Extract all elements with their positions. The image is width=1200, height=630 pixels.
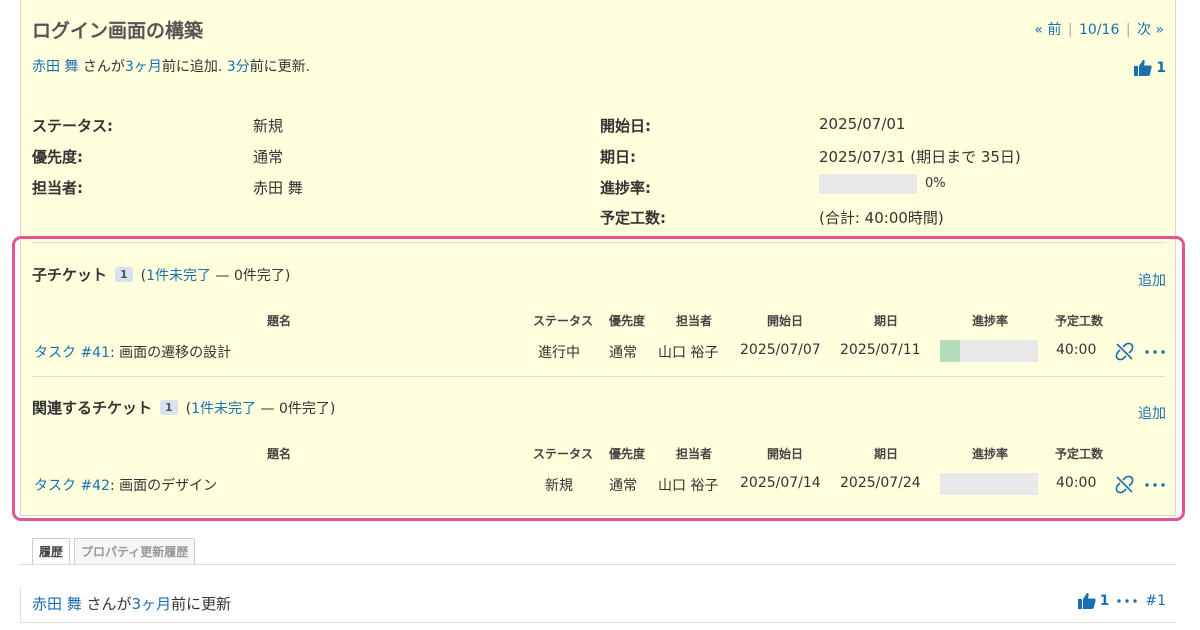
- status-label: ステータス:: [32, 117, 113, 135]
- issue-position-link[interactable]: 10/16: [1079, 22, 1119, 38]
- due-date-value: 2025/07/31 (期日まで 35日): [819, 148, 1021, 166]
- status-value: 新規: [253, 117, 284, 135]
- ellipsis-icon[interactable]: [1117, 599, 1138, 603]
- like-count: 1: [1156, 60, 1166, 76]
- journal-like-count: 1: [1099, 593, 1110, 609]
- progress-value: 0%: [925, 176, 946, 191]
- journal-ago-link[interactable]: 3ヶ月: [132, 595, 172, 613]
- issue-title: ログイン画面の構築: [32, 20, 204, 42]
- journal-text-suffix: 前に更新: [171, 595, 232, 613]
- due-date-label: 期日:: [600, 148, 636, 166]
- priority-label: 優先度:: [32, 148, 83, 166]
- like-button[interactable]: 1: [1134, 60, 1166, 76]
- history-tabs: 履歴 プロパティ更新履歴: [32, 538, 196, 565]
- start-date-value: 2025/07/01: [819, 115, 906, 133]
- assignee-link[interactable]: 赤田 舞: [253, 177, 303, 198]
- journal-number-link[interactable]: #1: [1145, 593, 1166, 609]
- highlight-outline: [12, 236, 1185, 521]
- thumbs-up-icon: [1077, 593, 1096, 609]
- updated-ago-link[interactable]: 3分: [227, 59, 250, 75]
- estimate-value: (合計: 40:00時間): [819, 209, 944, 227]
- author-link[interactable]: 赤田 舞: [32, 59, 78, 75]
- author-text: さんが: [78, 59, 125, 75]
- assignee-label: 担当者:: [32, 179, 83, 197]
- prev-issue-link[interactable]: « 前: [1034, 22, 1061, 38]
- added-text: 前に追加.: [161, 59, 227, 75]
- next-issue-link[interactable]: 次 »: [1137, 22, 1164, 38]
- tab-property-history[interactable]: プロパティ更新履歴: [74, 538, 196, 565]
- issue-author-line: 赤田 舞 さんが3ヶ月前に追加. 3分前に更新.: [32, 56, 310, 76]
- progress-label: 進捗率:: [600, 179, 651, 197]
- journal-header: 赤田 舞 さんが3ヶ月前に更新: [32, 593, 231, 614]
- nav-divider: |: [1067, 22, 1073, 38]
- journal-actions: 1 #1: [1077, 593, 1166, 609]
- tab-history[interactable]: 履歴: [32, 538, 71, 565]
- issue-navigation: « 前 | 10/16 | 次 »: [1032, 19, 1166, 39]
- priority-value: 通常: [253, 148, 284, 166]
- estimate-label: 予定工数:: [600, 209, 666, 227]
- tabs-underline: [20, 564, 1176, 565]
- nav-divider: |: [1125, 22, 1131, 38]
- thumbs-up-icon: [1134, 60, 1152, 76]
- journal-author-link[interactable]: 赤田 舞: [32, 595, 82, 613]
- added-ago-link[interactable]: 3ヶ月: [125, 59, 162, 75]
- start-date-label: 開始日:: [600, 117, 651, 135]
- updated-text: 前に更新.: [249, 59, 311, 75]
- journal-like-button[interactable]: 1: [1077, 593, 1110, 609]
- issue-progress-bar: [819, 174, 917, 194]
- journal-text-mid: さんが: [81, 595, 132, 613]
